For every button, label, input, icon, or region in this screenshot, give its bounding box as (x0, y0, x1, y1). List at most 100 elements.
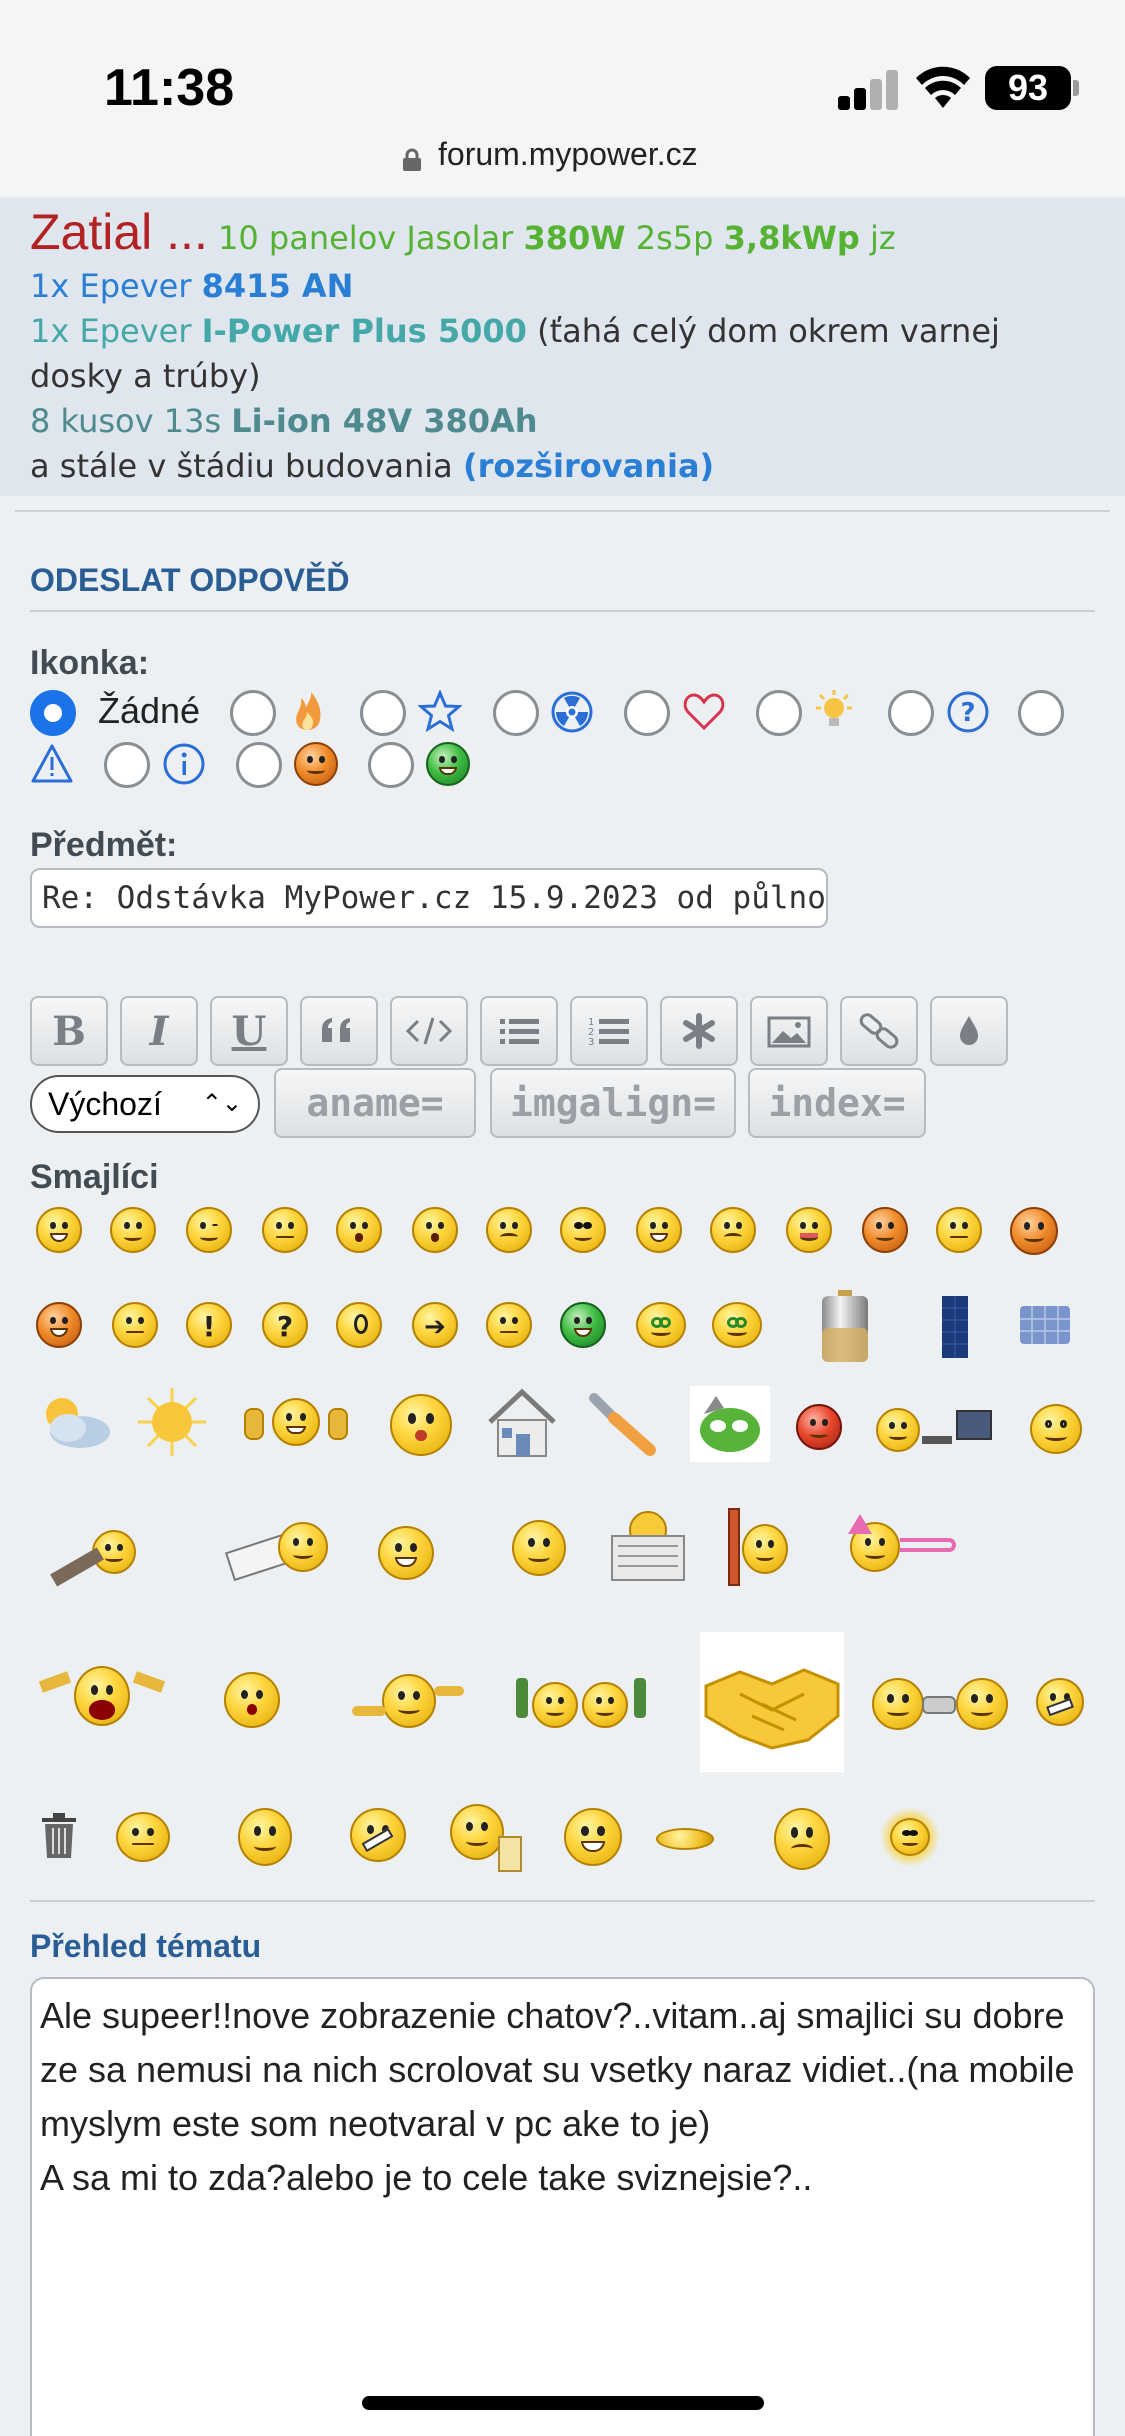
smiley-twisted-icon[interactable] (36, 1302, 82, 1348)
smiley-happy-icon[interactable] (564, 1808, 622, 1866)
cloud-sun-icon[interactable] (34, 1390, 116, 1454)
smiley-greengrin-icon[interactable] (560, 1302, 606, 1348)
confused-smiley-icon (294, 742, 338, 786)
smiley-evil-icon[interactable] (1010, 1207, 1058, 1255)
smiley-horror-icon[interactable] (224, 1672, 280, 1728)
angry-face-icon[interactable] (690, 1386, 770, 1462)
italic-label: I (149, 1007, 169, 1055)
url-text[interactable]: forum.mypower.cz (438, 136, 698, 173)
icon-radio-none[interactable] (30, 690, 76, 736)
wrench-icon[interactable] (584, 1388, 664, 1460)
handshake-smileys-icon[interactable] (872, 1676, 1008, 1732)
icon-radio-question[interactable] (888, 690, 934, 736)
smiley-dizzy-icon[interactable] (1030, 1404, 1082, 1454)
ordered-list-button[interactable]: 123 (570, 996, 648, 1066)
icon-radio-grin[interactable] (368, 742, 414, 788)
bold-button[interactable]: B (30, 996, 108, 1066)
battery-emoji-icon[interactable] (810, 1288, 880, 1368)
smiley-rolleyes-icon[interactable] (112, 1302, 158, 1348)
smiley-neutral-icon[interactable] (262, 1207, 308, 1253)
smiley-scream-icon[interactable] (390, 1394, 452, 1456)
smiley-redface-icon[interactable] (862, 1207, 908, 1253)
icon-radio-lightbulb[interactable] (756, 690, 802, 736)
newspaper-smiley-icon[interactable] (606, 1508, 690, 1588)
smiley-flat-icon[interactable] (656, 1828, 714, 1850)
smiley-cry-icon[interactable] (936, 1207, 982, 1253)
imgalign-button[interactable]: imgalign= (490, 1068, 736, 1138)
chevron-updown-icon: ⌃⌄ (201, 1090, 242, 1117)
smiley-question-icon[interactable]: ? (262, 1302, 308, 1348)
divider (15, 510, 1110, 512)
font-select[interactable]: Výchozí ⌃⌄ (30, 1075, 260, 1133)
yell-smiley-icon[interactable] (38, 1664, 166, 1730)
link-button[interactable] (840, 996, 918, 1066)
italic-button[interactable]: I (120, 996, 198, 1066)
smiley-surprised-icon[interactable] (336, 1207, 382, 1253)
solar-panel-icon[interactable] (1016, 1300, 1074, 1350)
trash-icon[interactable] (38, 1810, 80, 1860)
code-button[interactable] (390, 996, 468, 1066)
index-button[interactable]: index= (748, 1068, 926, 1138)
wave-smiley-icon[interactable] (352, 1668, 464, 1732)
smiley-mad-icon[interactable] (710, 1207, 756, 1253)
quote-button[interactable] (300, 996, 378, 1066)
party-smiley-icon[interactable] (848, 1514, 962, 1574)
smiley-arrow-icon[interactable]: ➔ (412, 1302, 458, 1348)
smiley-razz-icon[interactable] (786, 1207, 832, 1253)
underline-label: U (231, 1007, 267, 1055)
smiley-laugh-icon[interactable] (36, 1207, 82, 1253)
icon-radio-fire[interactable] (230, 690, 276, 736)
saw-smiley-icon[interactable] (44, 1526, 142, 1600)
signature-text: 2s5p (625, 219, 724, 257)
icon-radio-confused[interactable] (236, 742, 282, 788)
smiley-nerd-icon[interactable] (712, 1302, 762, 1348)
smiley-hmm-icon[interactable] (486, 1302, 532, 1348)
smiley-shocked-icon[interactable] (412, 1207, 458, 1253)
beer-smiley-icon[interactable] (448, 1800, 530, 1876)
smiley-antenna-icon[interactable] (238, 1808, 292, 1866)
aname-button[interactable]: aname= (274, 1068, 476, 1138)
house-icon[interactable] (484, 1386, 560, 1460)
subject-input[interactable]: Re: Odstávka MyPower.cz 15.9.2023 od půl… (30, 868, 828, 928)
icon-radio-radioactive[interactable] (493, 690, 539, 736)
smiley-confused-icon[interactable] (486, 1207, 532, 1253)
smiley-thinking-icon[interactable] (512, 1520, 566, 1576)
sun-glasses-smiley-icon[interactable] (880, 1808, 940, 1866)
wall-smiley-icon[interactable] (726, 1508, 788, 1588)
cheers-smiley-icon[interactable] (516, 1670, 650, 1732)
smiley-exclaim-icon[interactable]: ! (186, 1302, 232, 1348)
icon-radio-heart[interactable] (624, 690, 670, 736)
home-indicator[interactable] (362, 2396, 764, 2410)
handshake-icon[interactable] (700, 1632, 844, 1772)
image-button[interactable] (750, 996, 828, 1066)
color-button[interactable] (930, 996, 1008, 1066)
info-icon (163, 743, 205, 785)
smiley-clap-icon[interactable] (378, 1526, 434, 1580)
smiley-nosmoke-icon[interactable] (350, 1808, 406, 1862)
list-button[interactable] (480, 996, 558, 1066)
writing-smiley-icon[interactable] (224, 1520, 332, 1582)
icon-radio-star[interactable] (360, 690, 406, 736)
smiley-bored-icon[interactable] (116, 1812, 170, 1862)
underline-button[interactable]: U (210, 996, 288, 1066)
smiley-wink-icon[interactable] (186, 1207, 232, 1253)
smiley-red-angry-icon[interactable] (796, 1404, 842, 1450)
signature-link[interactable]: (rozširovania) (463, 447, 714, 485)
smiley-silenced-icon[interactable] (1036, 1678, 1084, 1726)
sun-icon[interactable] (136, 1386, 208, 1458)
subject-label: Předmět: (30, 826, 178, 864)
signature-line-3: 1x Epever I-Power Plus 5000 (ťahá celý d… (30, 309, 1095, 399)
icon-radio-warning[interactable] (1018, 690, 1064, 736)
list-item-button[interactable] (660, 996, 738, 1066)
smiley-geek-icon[interactable] (636, 1302, 686, 1348)
smiley-cool-icon[interactable] (560, 1207, 606, 1253)
smiley-sad-antenna-icon[interactable] (774, 1808, 830, 1870)
thumbs-up-smiley-icon[interactable] (240, 1396, 352, 1452)
icon-radio-info[interactable] (104, 742, 150, 788)
solar-panel-vertical-icon[interactable] (936, 1294, 972, 1360)
smiley-smile-icon[interactable] (110, 1207, 156, 1253)
cellular-signal-icon (838, 68, 900, 110)
smiley-lol-icon[interactable] (636, 1207, 682, 1253)
computer-smiley-icon[interactable] (876, 1404, 996, 1460)
smiley-idea-icon[interactable] (336, 1302, 382, 1348)
